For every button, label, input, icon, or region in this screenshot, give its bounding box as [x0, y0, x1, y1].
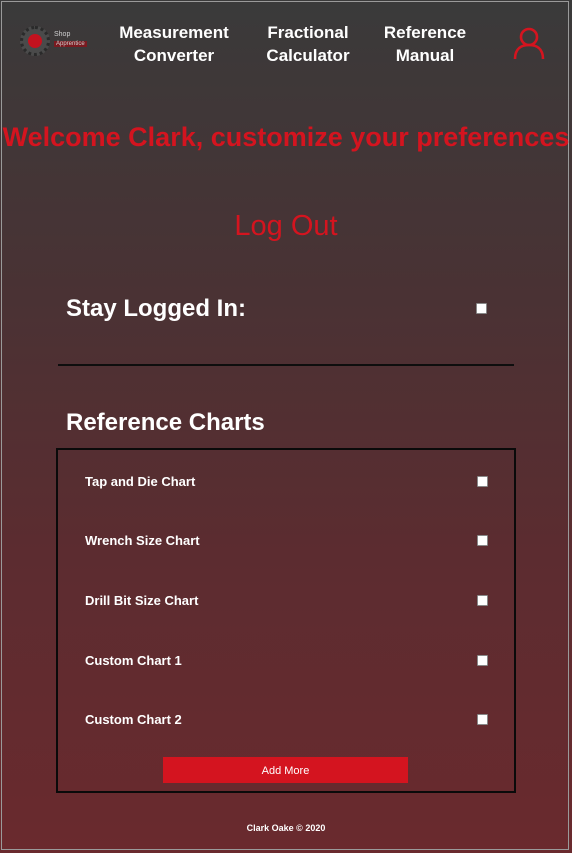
chart-item-checkbox[interactable] — [477, 655, 488, 666]
chart-item-custom-2: Custom Chart 2 — [58, 708, 514, 732]
chart-item-label: Wrench Size Chart — [85, 533, 200, 548]
add-more-button[interactable]: Add More — [163, 757, 408, 783]
chart-item-checkbox[interactable] — [477, 535, 488, 546]
stay-logged-in-checkbox[interactable] — [476, 303, 487, 314]
footer-copyright: Clark Oake © 2020 — [246, 823, 326, 833]
chart-item-tap-and-die: Tap and Die Chart — [58, 470, 514, 494]
reference-charts-panel: Tap and Die Chart Wrench Size Chart Dril… — [56, 448, 516, 793]
user-icon[interactable] — [512, 26, 546, 60]
gear-logo-icon — [20, 26, 50, 56]
chart-item-drill-bit-size: Drill Bit Size Chart — [58, 589, 514, 613]
chart-item-checkbox[interactable] — [477, 476, 488, 487]
logo-text-top: Shop — [54, 31, 71, 38]
chart-item-custom-1: Custom Chart 1 — [58, 649, 514, 673]
logo-text-bottom: Apprentice — [54, 41, 87, 47]
chart-item-checkbox[interactable] — [477, 595, 488, 606]
chart-item-label: Custom Chart 2 — [85, 712, 182, 727]
chart-item-checkbox[interactable] — [477, 714, 488, 725]
nav-reference-manual[interactable]: Reference Manual — [378, 21, 472, 67]
welcome-heading: Welcome Clark, customize your preference… — [2, 122, 570, 152]
chart-item-label: Drill Bit Size Chart — [85, 593, 199, 608]
section-divider — [58, 364, 514, 366]
chart-item-label: Custom Chart 1 — [85, 653, 182, 668]
chart-item-wrench-size: Wrench Size Chart — [58, 529, 514, 553]
nav-fractional-calculator[interactable]: Fractional Calculator — [258, 21, 358, 67]
logout-button[interactable]: Log Out — [0, 210, 572, 243]
top-nav: Shop Apprentice Measurement Converter Fr… — [0, 0, 572, 90]
shop-apprentice-logo[interactable]: Shop Apprentice — [14, 22, 88, 64]
reference-charts-heading: Reference Charts — [66, 409, 265, 436]
stay-logged-in-label: Stay Logged In: — [66, 295, 246, 322]
chart-item-label: Tap and Die Chart — [85, 474, 196, 489]
nav-measurement-converter[interactable]: Measurement Converter — [114, 21, 234, 67]
